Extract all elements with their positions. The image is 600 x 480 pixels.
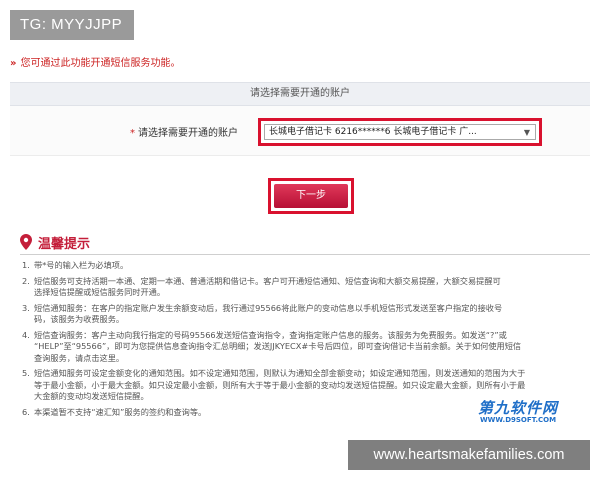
tips-header: 温馨提示 <box>20 232 90 252</box>
tip-item: 4. 短信查询服务：客户主动向我行指定的号码95566发送短信查询指令，查询指定账… <box>22 330 592 365</box>
watermark: www.heartsmakefamilies.com <box>348 440 590 470</box>
brand-logo: 第九软件网 WWW.D9SOFT.COM <box>478 397 558 424</box>
tip-number: 5. <box>22 368 30 378</box>
divider <box>20 254 590 255</box>
tip-item: 3. 短信通知服务：在客户的指定账户发生余额变动后，我行通过95566将此账户的变… <box>22 303 592 326</box>
notice: » 您可通过此功能开通短信服务功能。 <box>10 54 180 69</box>
brand-name: 第九软件网 <box>478 399 559 417</box>
tip-text: 短信通知服务：在客户的指定账户发生余额变动后，我行通过95566将此账户的变动信… <box>34 302 503 325</box>
tip-number: 4. <box>22 329 30 340</box>
account-select-value: 长城电子借记卡 6216******6 长城电子借记卡 广... <box>269 127 477 137</box>
tip-number: 2. <box>22 275 30 286</box>
tip-item: 1. 带*号的输入栏为必填项。 <box>22 260 592 272</box>
account-select-highlight: 长城电子借记卡 6216******6 长城电子借记卡 广... ▼ <box>258 118 542 146</box>
account-row: * 请选择需要开通的账户 长城电子借记卡 6216******6 长城电子借记卡 … <box>10 106 590 156</box>
tip-text: 带*号的输入栏为必填项。 <box>34 260 129 270</box>
location-pin-icon <box>20 234 32 250</box>
tip-number: 1. <box>22 260 30 270</box>
tips-title: 温馨提示 <box>38 236 91 252</box>
next-button[interactable]: 下一步 <box>274 184 348 208</box>
section-header: 请选择需要开通的账户 <box>10 82 590 106</box>
required-mark: * <box>130 128 135 139</box>
next-button-highlight: 下一步 <box>268 178 354 214</box>
double-arrow-icon: » <box>10 58 17 69</box>
tip-text: 短信服务可支持活期一本通、定期一本通、普通活期和借记卡。客户可开通短信通知、短信… <box>34 275 501 298</box>
tip-text: 短信查询服务：客户主动向我行指定的号码95566发送短信查询指令，查询指定账户信… <box>34 329 522 363</box>
tip-item: 2. 短信服务可支持活期一本通、定期一本通、普通活期和借记卡。客户可开通短信通知、… <box>22 276 592 299</box>
notice-text: 您可通过此功能开通短信服务功能。 <box>20 58 181 69</box>
tip-number: 6. <box>22 406 30 417</box>
tip-number: 3. <box>22 302 30 313</box>
tg-badge: TG: MYYJJPP <box>10 10 134 40</box>
brand-url: WWW.D9SOFT.COM <box>479 416 557 424</box>
account-label: * 请选择需要开通的账户 <box>130 124 238 139</box>
account-select[interactable]: 长城电子借记卡 6216******6 长城电子借记卡 广... ▼ <box>264 124 536 140</box>
account-label-text: 请选择需要开通的账户 <box>138 128 238 139</box>
dropdown-arrow-icon[interactable]: ▼ <box>524 125 530 139</box>
